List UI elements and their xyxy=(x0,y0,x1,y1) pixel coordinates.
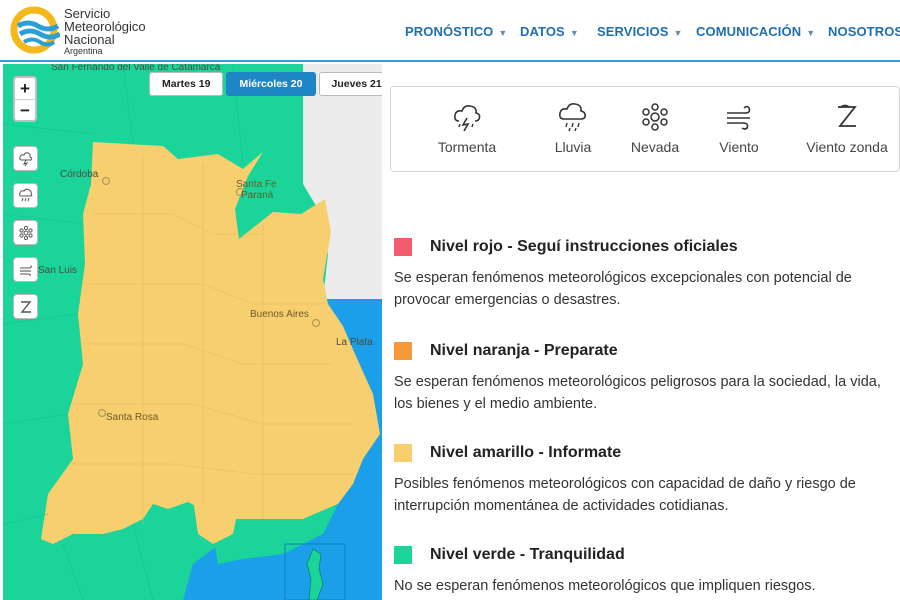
day-tab-miercoles[interactable]: Miércoles 20 xyxy=(226,72,316,96)
zonda-icon xyxy=(20,300,31,313)
map-filter-rain[interactable] xyxy=(13,183,38,208)
map-filter-snow[interactable] xyxy=(13,220,38,245)
zoom-in-button[interactable]: + xyxy=(15,78,35,99)
map-label-la-plata: La Plata xyxy=(336,337,373,348)
zonda-icon xyxy=(838,104,857,127)
map-label-san-luis: San Luis xyxy=(38,265,77,276)
phenomenon-tormenta[interactable]: Tormenta xyxy=(435,101,499,155)
map-label-santa-rosa: Santa Rosa xyxy=(106,412,159,423)
map-filter-storm[interactable] xyxy=(13,146,38,171)
phenomenon-label: Viento xyxy=(719,139,759,155)
phenomenon-nevada[interactable]: Nevada xyxy=(623,101,687,155)
phenomenon-viento[interactable]: Viento xyxy=(707,101,771,155)
smn-logo-mark xyxy=(10,6,60,54)
map-label-buenos-aires: Buenos Aires xyxy=(250,309,309,320)
nav-servicios[interactable]: SERVICIOS ▼ xyxy=(597,24,682,39)
level-description: Se esperan fenómenos meteorológicos peli… xyxy=(394,374,881,412)
level-title: Nivel verde - Tranquilidad xyxy=(430,546,625,563)
phenomenon-lluvia[interactable]: Lluvia xyxy=(541,101,605,155)
level-swatch-red xyxy=(394,238,412,256)
level-title: Nivel naranja - Preparate xyxy=(430,342,618,359)
level-swatch-orange xyxy=(394,342,412,360)
nav-datos-label: DATOS xyxy=(520,24,565,39)
map-regions xyxy=(3,64,382,600)
level-naranja: Nivel naranja - Preparate Se esperan fen… xyxy=(394,340,894,415)
day-tab-jueves[interactable]: Jueves 21 xyxy=(318,72,382,96)
level-title: Nivel amarillo - Informate xyxy=(430,444,622,461)
nav-servicios-label: SERVICIOS xyxy=(597,24,669,39)
map-filter-zonda[interactable] xyxy=(13,294,38,319)
level-swatch-green xyxy=(394,546,412,564)
map-filter-wind[interactable] xyxy=(13,257,38,282)
wind-icon xyxy=(19,264,32,276)
rain-icon xyxy=(559,103,586,132)
logo-text: Servicio Meteorológico Nacional Argentin… xyxy=(64,7,146,57)
phenomenon-label: Viento zonda xyxy=(806,139,888,155)
map-label-parana: Paraná xyxy=(241,190,274,201)
nav-pronostico[interactable]: PRONÓSTICO ▼ xyxy=(405,24,507,39)
snow-icon xyxy=(18,225,33,240)
nav-pronostico-label: PRONÓSTICO xyxy=(405,24,494,39)
level-amarillo: Nivel amarillo - Informate Posibles fenó… xyxy=(394,442,894,517)
day-selector: Martes 19 Miércoles 20 Jueves 21 xyxy=(149,72,382,96)
phenomenon-label: Tormenta xyxy=(437,139,497,155)
chevron-down-icon: ▼ xyxy=(673,28,683,38)
nav-datos[interactable]: DATOS ▼ xyxy=(520,24,579,39)
storm-icon xyxy=(454,105,481,132)
phenomenon-label: Lluvia xyxy=(554,139,592,155)
level-description: Se esperan fenómenos meteorológicos exce… xyxy=(394,270,852,308)
wind-icon xyxy=(727,105,751,130)
nav-nosotros[interactable]: NOSOTROS xyxy=(828,24,900,39)
level-description: No se esperan fenómenos meteorológicos q… xyxy=(394,578,816,594)
phenomenon-label: Nevada xyxy=(630,139,680,155)
site-header: Servicio Meteorológico Nacional Argentin… xyxy=(0,0,900,62)
nav-comunicacion[interactable]: COMUNICACIÓN ▼ xyxy=(696,24,815,39)
level-title: Nivel rojo - Seguí instrucciones oficial… xyxy=(430,238,738,255)
alert-map[interactable]: San Fernando del Valle de Catamarca Córd… xyxy=(3,64,382,600)
nav-comunicacion-label: COMUNICACIÓN xyxy=(696,24,802,39)
level-rojo: Nivel rojo - Seguí instrucciones oficial… xyxy=(394,236,894,311)
snow-icon xyxy=(642,103,668,131)
rain-icon xyxy=(18,188,32,201)
map-label-cordoba: Córdoba xyxy=(60,169,99,180)
level-description: Posibles fenómenos meteorológicos con ca… xyxy=(394,476,856,514)
nav-nosotros-label: NOSOTROS xyxy=(828,24,900,39)
smn-logo[interactable]: Servicio Meteorológico Nacional Argentin… xyxy=(8,4,168,56)
zoom-control: + − xyxy=(13,76,37,122)
level-verde: Nivel verde - Tranquilidad No se esperan… xyxy=(394,544,894,597)
chevron-down-icon: ▼ xyxy=(806,28,816,38)
logo-line-3: Nacional xyxy=(64,32,115,47)
storm-icon xyxy=(18,151,32,166)
phenomenon-viento-zonda[interactable]: Viento zonda xyxy=(799,101,895,155)
logo-line-4: Argentina xyxy=(64,46,103,56)
map-label-santa-fe: Santa Fe xyxy=(236,179,277,190)
day-tab-martes[interactable]: Martes 19 xyxy=(149,72,224,96)
chevron-down-icon: ▼ xyxy=(569,28,579,38)
level-swatch-yellow xyxy=(394,444,412,462)
chevron-down-icon: ▼ xyxy=(498,28,508,38)
zoom-out-button[interactable]: − xyxy=(15,99,35,120)
phenomena-bar: Tormenta Lluvia Nevada Viento Viento zon… xyxy=(390,86,900,172)
